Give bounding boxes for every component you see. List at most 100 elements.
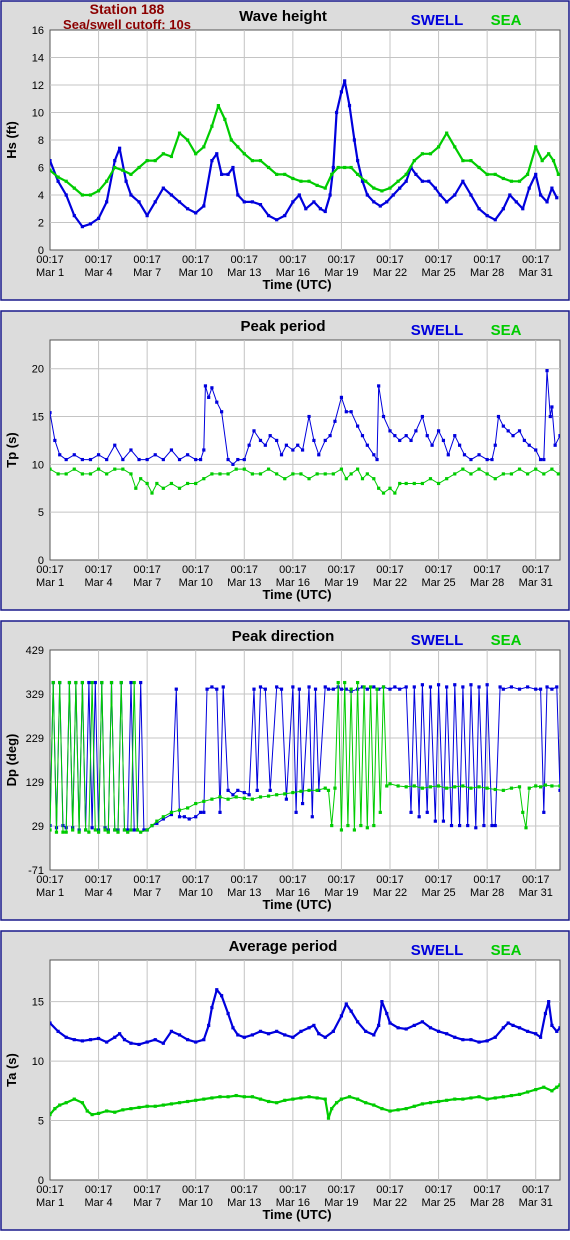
- data-point-sea: [129, 828, 133, 832]
- data-point-sea: [365, 472, 369, 476]
- data-point-swell: [284, 797, 288, 801]
- data-point-swell: [414, 429, 418, 433]
- data-point-sea: [315, 788, 319, 792]
- data-point-swell: [417, 815, 421, 819]
- data-point-swell: [56, 1029, 60, 1033]
- data-point-swell: [534, 172, 538, 176]
- data-point-swell: [347, 104, 352, 108]
- data-point-sea: [526, 1090, 530, 1094]
- data-point-swell: [521, 207, 525, 211]
- data-point-swell: [291, 200, 295, 204]
- data-point-sea: [88, 193, 93, 197]
- data-point-swell: [445, 1032, 449, 1036]
- data-point-swell: [129, 680, 133, 685]
- x-tick-date: Mar 28: [470, 267, 504, 279]
- data-point-swell: [527, 186, 531, 190]
- data-point-sea: [242, 467, 246, 471]
- x-tick-date: Mar 7: [133, 1197, 161, 1209]
- data-point-sea: [105, 1109, 109, 1113]
- data-point-swell: [538, 193, 543, 197]
- data-point-sea: [326, 1116, 331, 1120]
- data-point-swell: [425, 434, 429, 438]
- data-point-swell: [493, 823, 497, 828]
- data-point-swell: [438, 193, 442, 197]
- data-point-swell: [323, 209, 327, 214]
- data-point-sea: [96, 1111, 101, 1116]
- data-point-swell: [129, 448, 133, 452]
- data-point-swell: [414, 172, 418, 176]
- data-point-sea: [436, 1099, 441, 1104]
- data-point-swell: [453, 193, 457, 197]
- data-point-swell: [548, 414, 552, 419]
- data-point-sea: [129, 472, 133, 476]
- chart-panels: 00:17Mar 100:17Mar 400:17Mar 700:17Mar 1…: [0, 0, 570, 1231]
- data-point-sea: [526, 172, 530, 176]
- data-point-swell: [493, 218, 497, 222]
- data-point-swell: [231, 165, 235, 170]
- data-point-sea: [155, 819, 159, 823]
- x-tick-time: 00:17: [85, 564, 113, 576]
- data-point-swell: [263, 687, 267, 691]
- data-point-sea: [153, 159, 157, 163]
- x-tick-time: 00:17: [376, 254, 404, 266]
- data-point-swell: [526, 685, 530, 689]
- x-tick-time: 00:17: [279, 874, 307, 886]
- data-point-swell: [153, 1038, 157, 1042]
- data-point-swell: [96, 1036, 101, 1041]
- plot-area: [49, 339, 561, 561]
- x-tick-date: Mar 1: [36, 577, 64, 589]
- data-point-sea: [428, 1101, 433, 1105]
- data-point-sea: [521, 810, 525, 814]
- x-tick-date: Mar 22: [373, 267, 407, 279]
- x-tick-time: 00:17: [425, 254, 453, 266]
- x-tick-date: Mar 25: [421, 1197, 455, 1209]
- data-point-sea: [80, 193, 84, 197]
- data-point-swell: [391, 193, 395, 197]
- x-tick-time: 00:17: [473, 874, 501, 886]
- data-point-sea: [242, 1095, 246, 1099]
- data-point-swell: [247, 793, 251, 797]
- data-point-sea: [501, 472, 505, 476]
- data-point-swell: [398, 687, 402, 691]
- x-tick-time: 00:17: [425, 564, 453, 576]
- data-point-swell: [490, 457, 494, 462]
- data-point-sea: [380, 1107, 384, 1111]
- data-point-sea: [88, 472, 93, 476]
- data-point-swell: [294, 810, 298, 814]
- y-tick-label: 8: [38, 135, 44, 147]
- x-tick-time: 00:17: [376, 874, 404, 886]
- data-point-swell: [312, 200, 316, 204]
- data-point-swell: [291, 448, 295, 452]
- legend-sea: SEA: [491, 12, 522, 29]
- x-tick-date: Mar 25: [421, 887, 455, 899]
- data-point-sea: [331, 472, 335, 476]
- data-point-swell: [218, 810, 222, 814]
- data-point-sea: [385, 784, 389, 788]
- data-point-swell: [194, 457, 198, 462]
- data-point-sea: [105, 179, 109, 183]
- data-point-swell: [385, 1011, 389, 1016]
- data-point-sea: [169, 810, 174, 814]
- data-point-sea: [226, 1095, 230, 1099]
- data-point-sea: [234, 467, 238, 471]
- station-name: Station 188: [90, 1, 165, 17]
- data-point-swell: [177, 200, 182, 204]
- x-tick-time: 00:17: [279, 254, 307, 266]
- data-point-swell: [113, 1035, 117, 1039]
- data-point-swell: [545, 685, 549, 689]
- data-point-sea: [404, 481, 408, 486]
- data-point-swell: [396, 1026, 400, 1030]
- data-point-sea: [453, 785, 457, 789]
- data-point-swell: [344, 410, 348, 414]
- data-point-sea: [445, 131, 449, 135]
- data-point-sea: [461, 467, 465, 471]
- data-point-sea: [540, 159, 544, 163]
- data-point-sea: [56, 175, 60, 179]
- data-point-sea: [236, 145, 240, 149]
- data-point-swell: [323, 438, 327, 443]
- data-point-swell: [427, 179, 431, 183]
- data-point-swell: [215, 988, 219, 992]
- chart-title: Peak period: [240, 318, 325, 335]
- y-tick-label: 2: [38, 218, 44, 230]
- data-point-swell: [458, 823, 462, 828]
